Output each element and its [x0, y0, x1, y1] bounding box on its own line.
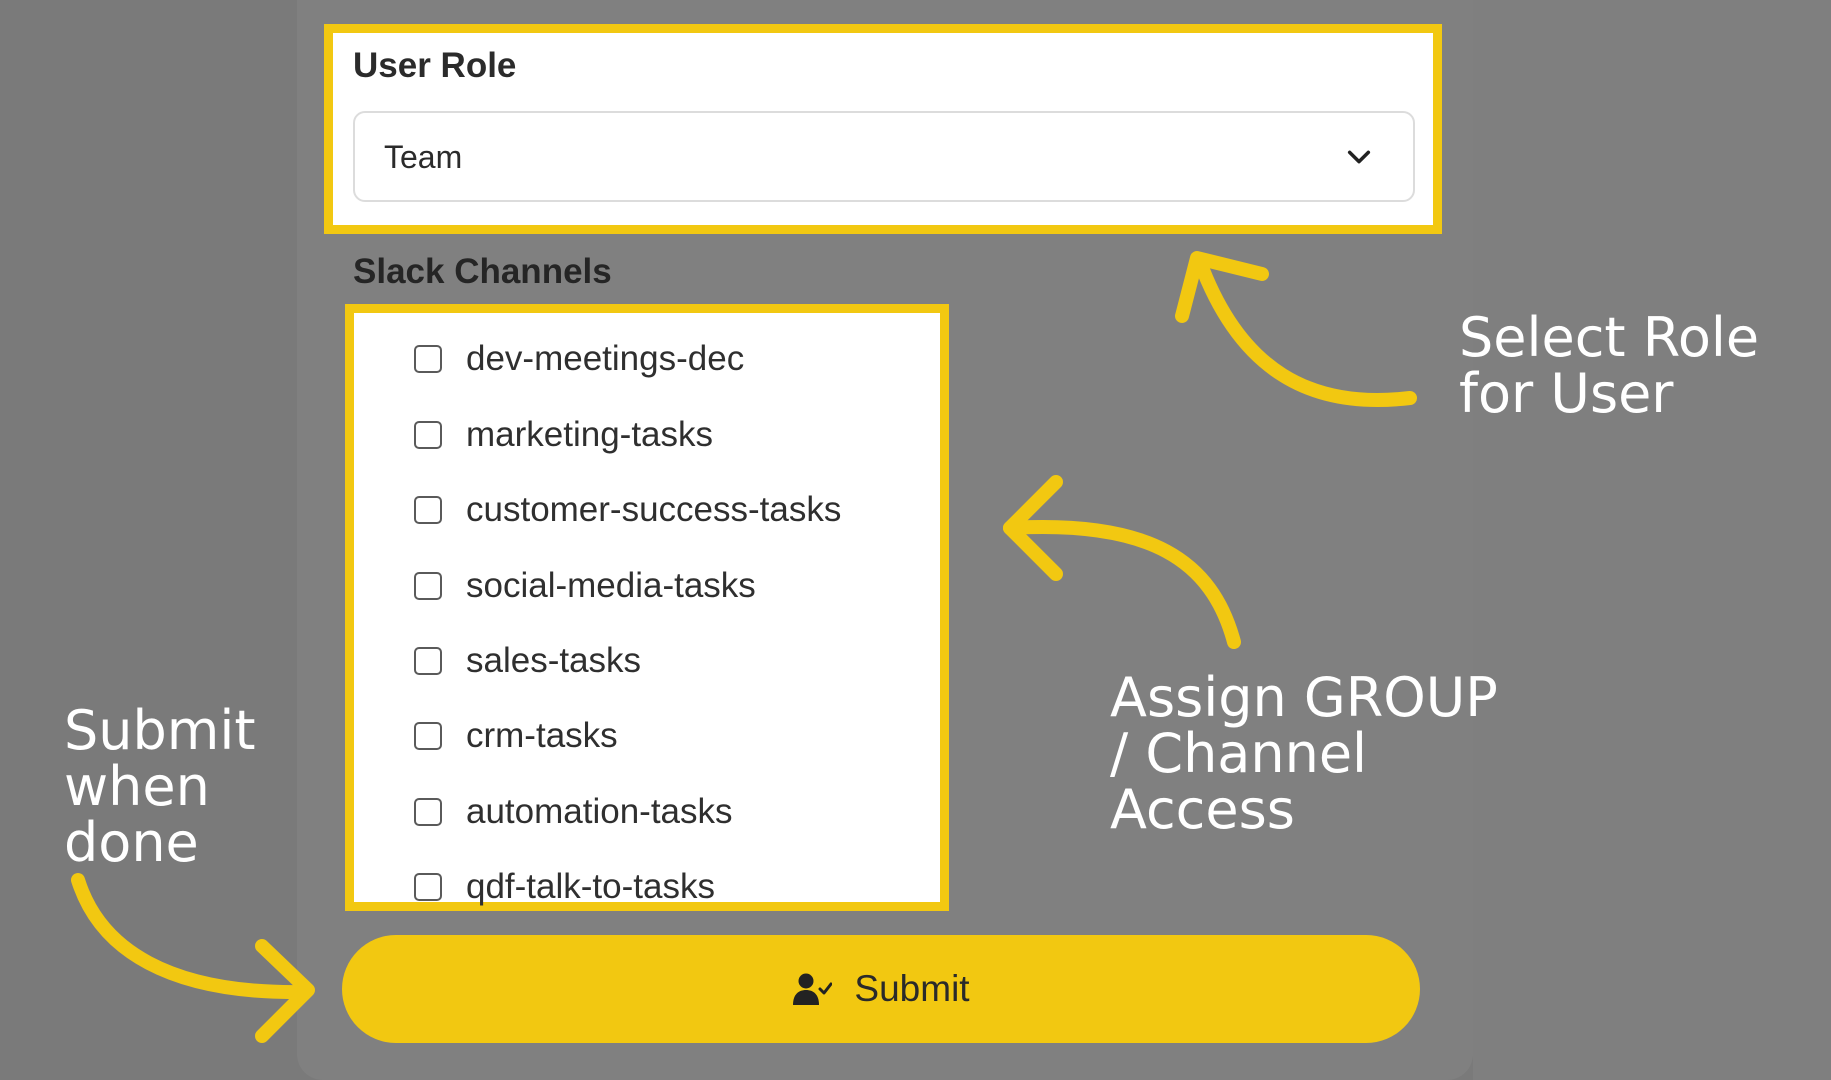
channel-checkbox[interactable] [414, 496, 442, 524]
background-right-panel [1473, 0, 1831, 1080]
arrow-to-submit [71, 873, 309, 1000]
chevron-down-icon [1347, 150, 1371, 164]
channel-item-qdf-talk-to-tasks[interactable]: qdf-talk-to-tasks [414, 865, 715, 909]
channel-checkbox[interactable] [414, 345, 442, 373]
channel-checkbox[interactable] [414, 873, 442, 901]
channel-name: social-media-tasks [466, 566, 756, 605]
channel-name: crm-tasks [466, 716, 618, 755]
channel-checkbox[interactable] [414, 647, 442, 675]
channel-item-customer-success-tasks[interactable]: customer-success-tasks [414, 488, 841, 532]
channel-checkbox[interactable] [414, 421, 442, 449]
annotation-select-role: Select Role for User [1459, 306, 1760, 425]
channel-name: qdf-talk-to-tasks [466, 867, 715, 906]
channel-name: customer-success-tasks [466, 490, 842, 529]
channel-item-marketing-tasks[interactable]: marketing-tasks [414, 413, 713, 457]
user-check-icon [793, 973, 833, 1005]
annotation-submit: Submit when done [64, 699, 256, 874]
channel-name: sales-tasks [466, 641, 642, 680]
channel-item-sales-tasks[interactable]: sales-tasks [414, 639, 641, 683]
channel-checkbox[interactable] [414, 798, 442, 826]
user-role-select[interactable]: Team [353, 111, 1415, 202]
channel-item-dev-meetings-dec[interactable]: dev-meetings-dec [414, 337, 744, 381]
user-role-selected-value: Team [384, 139, 463, 175]
channel-checkbox[interactable] [414, 572, 442, 600]
submit-label: Submit [854, 968, 970, 1009]
submit-button[interactable]: Submit [342, 935, 1420, 1043]
channel-name: marketing-tasks [466, 415, 714, 454]
slack-channels-label: Slack Channels [353, 252, 612, 291]
channel-item-automation-tasks[interactable]: automation-tasks [414, 790, 733, 834]
channel-item-social-media-tasks[interactable]: social-media-tasks [414, 564, 756, 608]
user-role-label: User Role [353, 46, 517, 85]
channel-item-crm-tasks[interactable]: crm-tasks [414, 714, 618, 758]
slack-channels-list: dev-meetings-dec marketing-tasks custome… [345, 304, 949, 911]
channel-name: dev-meetings-dec [466, 339, 745, 378]
annotation-assign-channels: Assign GROUP / Channel Access [1110, 666, 1498, 841]
channel-checkbox[interactable] [414, 722, 442, 750]
channel-name: automation-tasks [466, 792, 733, 831]
